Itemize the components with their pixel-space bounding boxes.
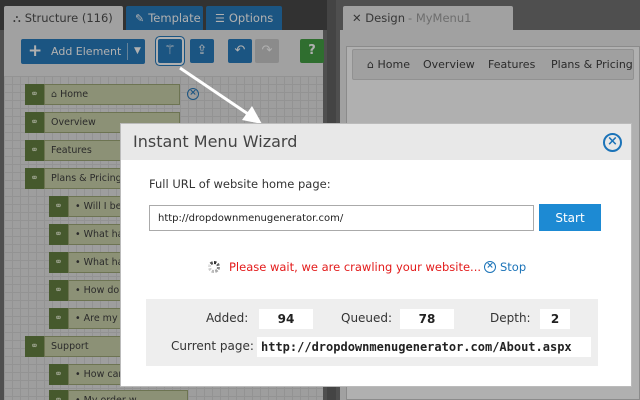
instant-menu-wizard-dialog: Instant Menu Wizard × Full URL of websit… (120, 123, 632, 387)
dialog-title: Instant Menu Wizard (133, 132, 298, 151)
depth-label: Depth: (490, 311, 531, 325)
current-page-value: http://dropdownmenugenerator.com/About.a… (257, 337, 591, 357)
crawl-status-message: Please wait, we are crawling your websit… (229, 260, 482, 274)
crawl-stats-panel: Added: 94 Queued: 78 Depth: 2 Current pa… (146, 299, 598, 366)
queued-value: 78 (400, 309, 454, 329)
spinner-icon (208, 261, 220, 273)
current-page-label: Current page: (171, 339, 254, 353)
close-icon[interactable]: × (603, 133, 622, 152)
dialog-header: Instant Menu Wizard × (121, 124, 631, 160)
url-input[interactable] (149, 205, 534, 231)
depth-value: 2 (540, 309, 570, 329)
start-button[interactable]: Start (539, 204, 601, 231)
stop-link[interactable]: Stop (500, 260, 526, 274)
stop-icon[interactable]: × (484, 261, 496, 273)
added-label: Added: (206, 311, 249, 325)
url-label: Full URL of website home page: (149, 177, 331, 191)
added-value: 94 (259, 309, 313, 329)
queued-label: Queued: (341, 311, 393, 325)
